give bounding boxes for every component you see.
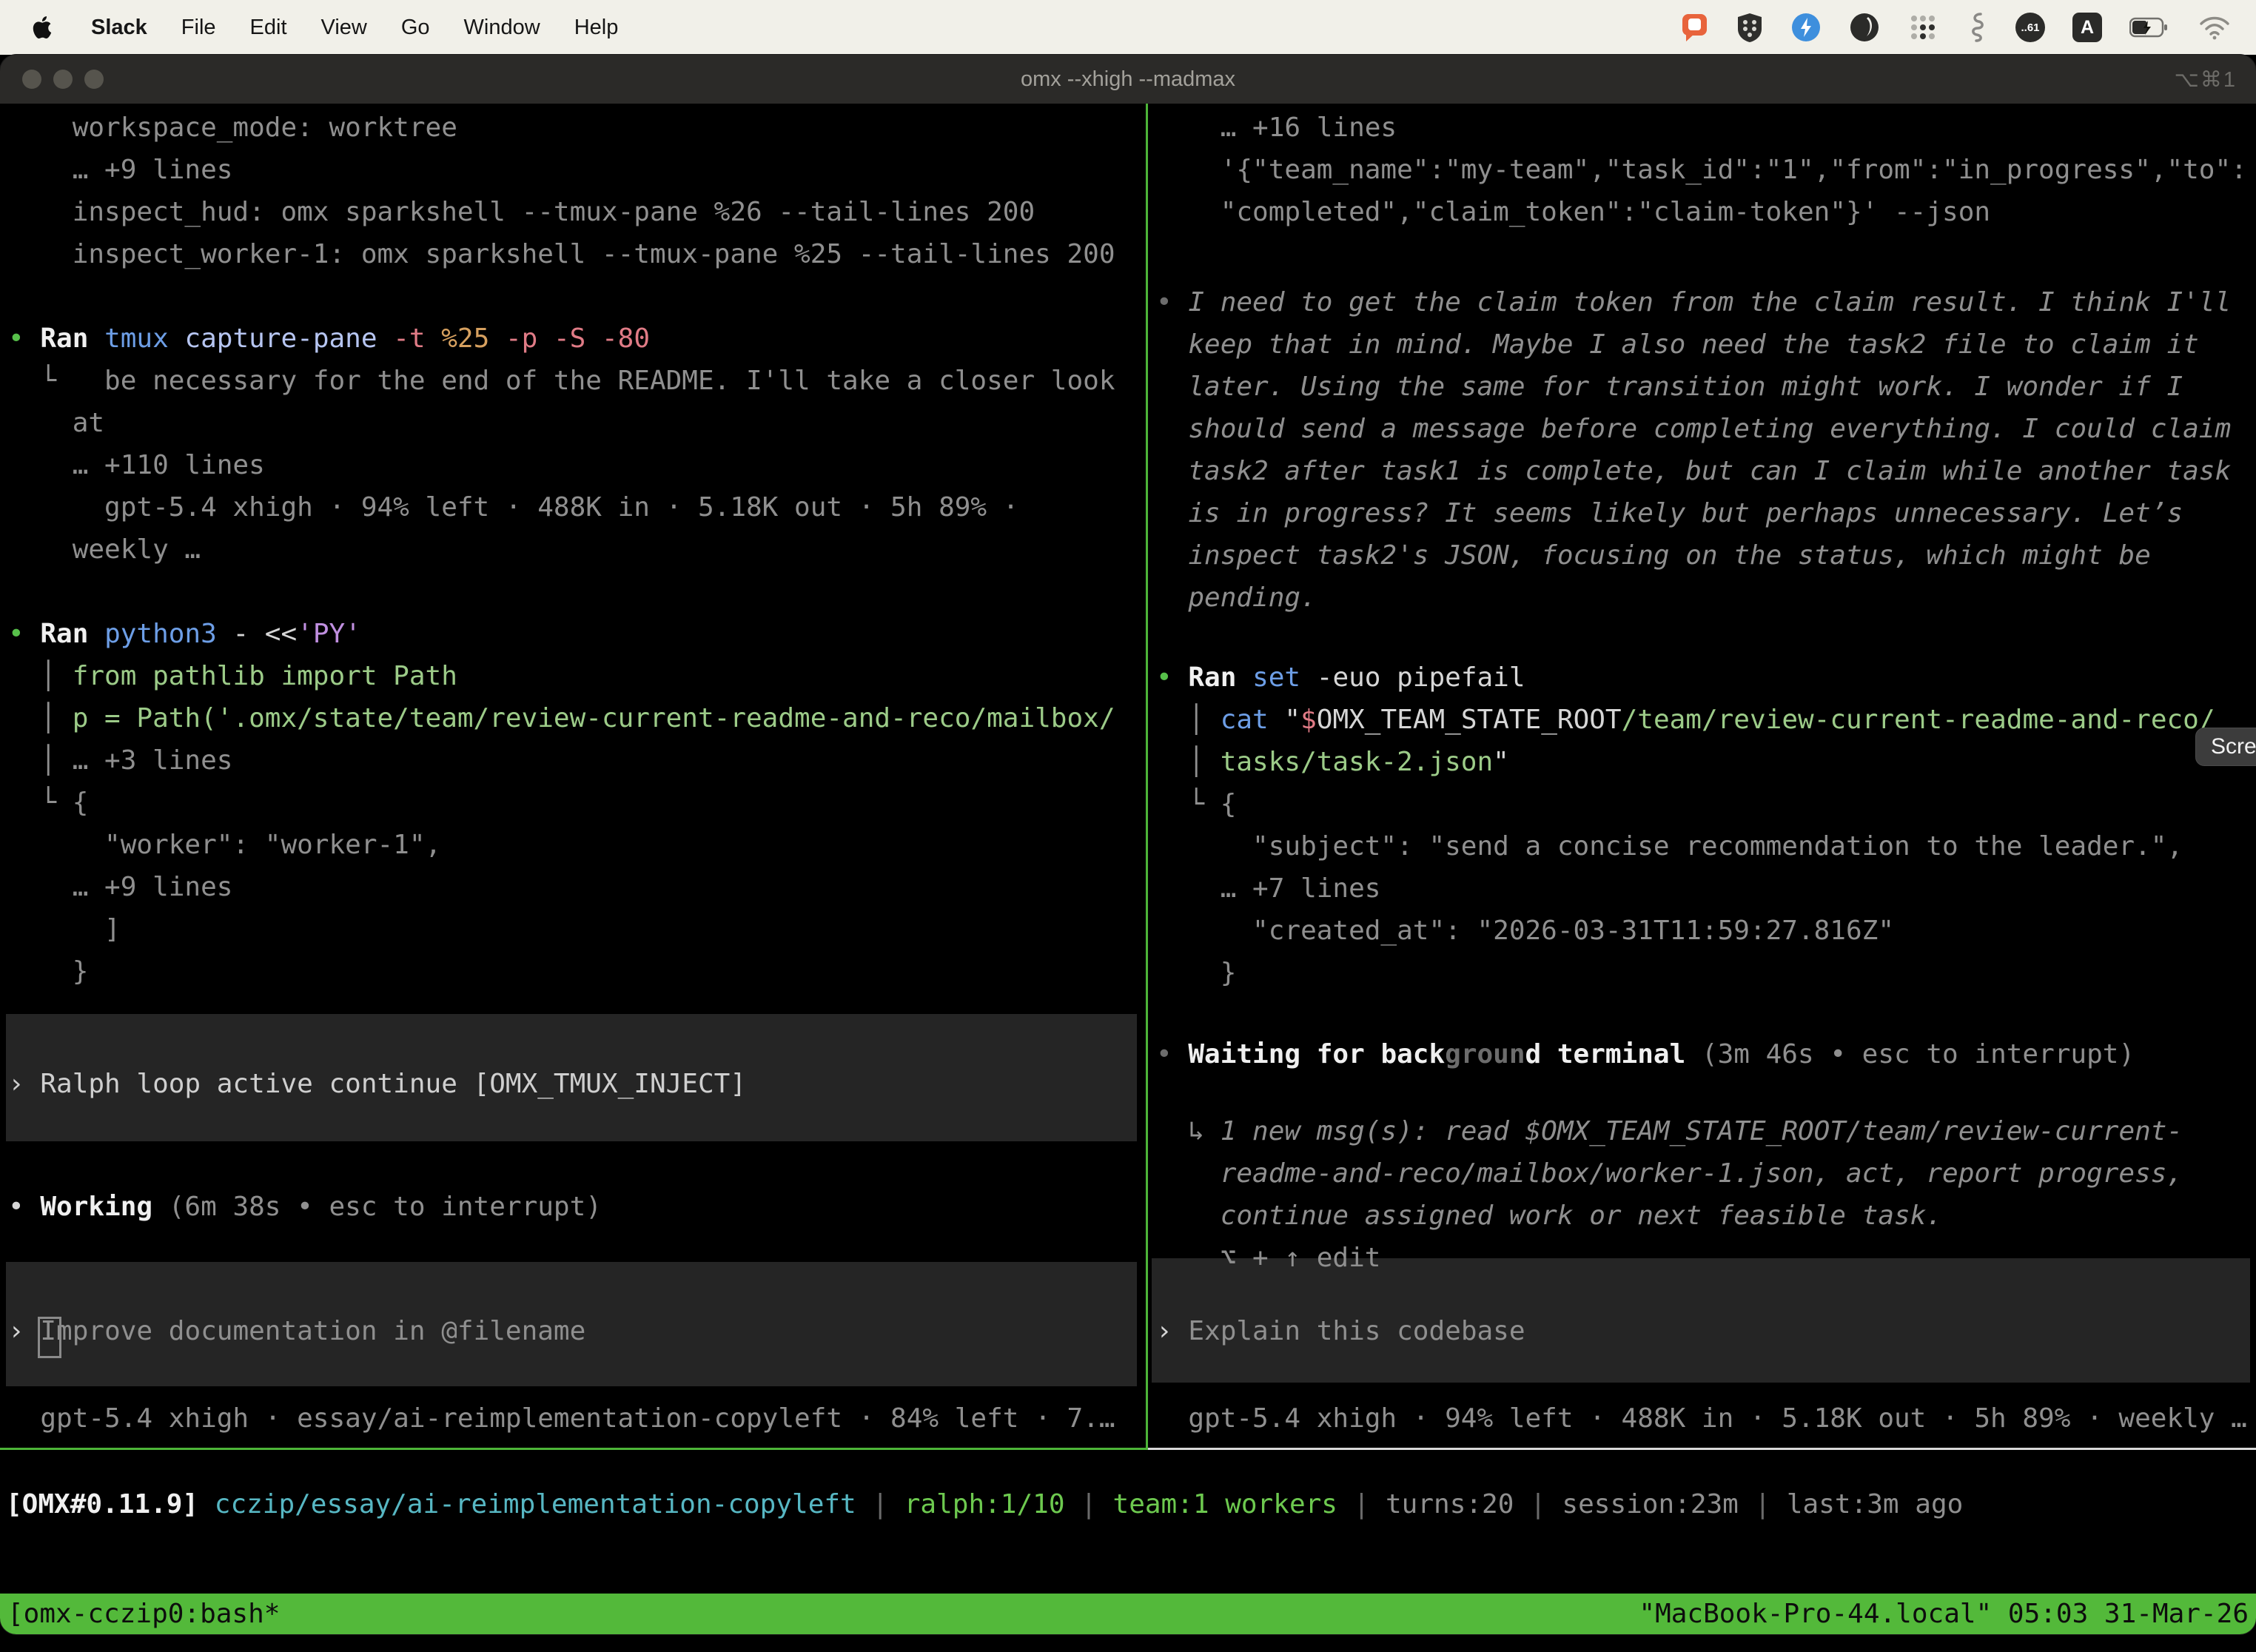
terminal-line: … +16 lines (1156, 107, 1397, 149)
terminal-line: "subject": "send a concise recommendatio… (1156, 825, 2183, 867)
command-line: • Ran python3 - <<'PY' (8, 613, 361, 655)
working-status-line: • Working (6m 38s • esc to interrupt) (8, 1186, 602, 1228)
pane-divider[interactable] (1146, 104, 1148, 1450)
thinking-line: is in progress? It seems likely but perh… (1156, 492, 2183, 534)
menu-status-icons: ..61 A (1679, 11, 2237, 44)
battery-icon[interactable] (2129, 16, 2171, 38)
terminal-line: "created_at": "2026-03-31T11:59:27.816Z" (1156, 910, 1894, 952)
thinking-line: should send a message before completing … (1156, 408, 2231, 450)
terminal-line: └ { (1156, 783, 1236, 825)
terminal-line: │ p = Path('.omx/state/team/review-curre… (8, 697, 1115, 739)
mailbox-msg-line: continue assigned work or next feasible … (1156, 1195, 1942, 1237)
tmux-host-clock: "MacBook-Pro-44.local" 05:03 31-Mar-26 (1639, 1594, 2249, 1634)
terminal-line: workspace_mode: worktree (8, 107, 457, 149)
terminal-line: ] (8, 908, 121, 950)
thinking-line: inspect task2's JSON, focusing on the st… (1156, 534, 2151, 577)
terminal-line: gpt-5.4 xhigh · 94% left · 488K in · 5.1… (8, 486, 1018, 528)
dark-disc-icon[interactable] (1849, 12, 1880, 43)
coil-icon[interactable] (1966, 11, 1988, 44)
terminal-line: } (8, 950, 88, 993)
apple-menu-icon[interactable] (31, 13, 56, 42)
mailbox-msg-line: ↳ 1 new msg(s): read $OMX_TEAM_STATE_ROO… (1156, 1110, 2183, 1152)
thinking-line: task2 after task1 is complete, but can I… (1156, 450, 2231, 492)
terminal-line: … +7 lines (1156, 867, 1380, 910)
menu-bar: Slack File Edit View Go Window Help (0, 0, 2256, 55)
mailbox-msg-line: readme-and-reco/mailbox/worker-1.json, a… (1156, 1152, 2183, 1195)
terminal-line: weekly … (8, 528, 201, 571)
terminal-line: └ be necessary for the end of the README… (8, 360, 1115, 402)
tmux-session-label[interactable]: [omx-cczip0:bash* (7, 1594, 280, 1634)
omx-hud-status-line: [OMX#0.11.9] cczip/essay/ai-reimplementa… (6, 1483, 1963, 1525)
menu-item-window[interactable]: Window (464, 16, 540, 40)
terminal-line: at (8, 402, 104, 444)
count-badge-icon[interactable]: ..61 (2015, 13, 2045, 42)
app-menu-slack[interactable]: Slack (91, 16, 147, 40)
title-bar: omx --xhigh --madmax ⌥⌘1 (0, 55, 2256, 104)
terminal-line: │ tasks/task-2.json" (1156, 741, 1509, 783)
menu-item-help[interactable]: Help (574, 16, 619, 40)
left-prompt-input[interactable]: › Improve documentation in @filename (8, 1310, 585, 1352)
terminal-line: inspect_worker-1: omx sparkshell --tmux-… (8, 233, 1115, 275)
right-pane-border (1148, 1448, 2256, 1450)
wifi-icon[interactable] (2198, 15, 2231, 40)
left-pane-border (0, 1448, 1146, 1450)
right-model-status: gpt-5.4 xhigh · 94% left · 488K in · 5.1… (1156, 1397, 2247, 1440)
shield-grid-icon[interactable] (1736, 12, 1763, 43)
terminal-line: '{"team_name":"my-team","task_id":"1","f… (1156, 149, 2247, 191)
screen-tooltip[interactable]: Scre (2195, 728, 2256, 766)
menu-item-go[interactable]: Go (401, 16, 430, 40)
terminal-line: "completed","claim_token":"claim-token"}… (1156, 191, 1990, 233)
terminal-line: └ { (8, 782, 88, 824)
menu-item-file[interactable]: File (181, 16, 216, 40)
terminal-line: │ cat "$OMX_TEAM_STATE_ROOT/team/review-… (1156, 699, 2215, 741)
thinking-line: keep that in mind. Maybe I also need the… (1156, 323, 2199, 366)
terminal-line: } (1156, 952, 1236, 994)
chat-app-icon[interactable] (1679, 12, 1709, 43)
terminal-line: … +110 lines (8, 444, 265, 486)
terminal-line: … +9 lines (8, 149, 232, 191)
thinking-line: pending. (1156, 577, 1317, 619)
command-line: • Ran set -euo pipefail (1156, 657, 1525, 699)
window-shortcut: ⌥⌘1 (2174, 67, 2237, 93)
left-model-status: gpt-5.4 xhigh · essay/ai-reimplementatio… (8, 1397, 1115, 1440)
terminal-line: "worker": "worker-1", (8, 824, 441, 866)
stamp-icon[interactable] (1790, 12, 1822, 43)
terminal-line: │ … +3 lines (8, 739, 232, 782)
thinking-line: later. Using the same for transition mig… (1156, 366, 2183, 408)
terminal-window: omx --xhigh --madmax ⌥⌘1 workspace_mode:… (0, 55, 2256, 1634)
menu-item-view[interactable]: View (321, 16, 367, 40)
thinking-line: • I need to get the claim token from the… (1156, 281, 2231, 323)
right-prompt-input[interactable]: › Explain this codebase (1156, 1310, 1525, 1352)
dots-grid-icon[interactable] (1907, 12, 1938, 43)
command-line: • Ran tmux capture-pane -t %25 -p -S -80 (8, 318, 650, 360)
ralph-status-line: › Ralph loop active continue [OMX_TMUX_I… (8, 1063, 746, 1105)
tmux-status-bar: [omx-cczip0:bash* "MacBook-Pro-44.local"… (0, 1594, 2256, 1634)
terminal-line: │ from pathlib import Path (8, 655, 457, 697)
terminal-content: workspace_mode: worktree … +9 lines insp… (0, 104, 2256, 1634)
edit-hint-line: ⌥ + ↑ edit (1156, 1237, 1380, 1279)
terminal-line: inspect_hud: omx sparkshell --tmux-pane … (8, 191, 1035, 233)
menu-item-edit[interactable]: Edit (250, 16, 287, 40)
terminal-line: … +9 lines (8, 866, 232, 908)
window-title: omx --xhigh --madmax (0, 67, 2256, 92)
waiting-status-line: • Waiting for background terminal (3m 46… (1156, 1033, 2135, 1075)
input-source-icon[interactable]: A (2072, 13, 2102, 42)
